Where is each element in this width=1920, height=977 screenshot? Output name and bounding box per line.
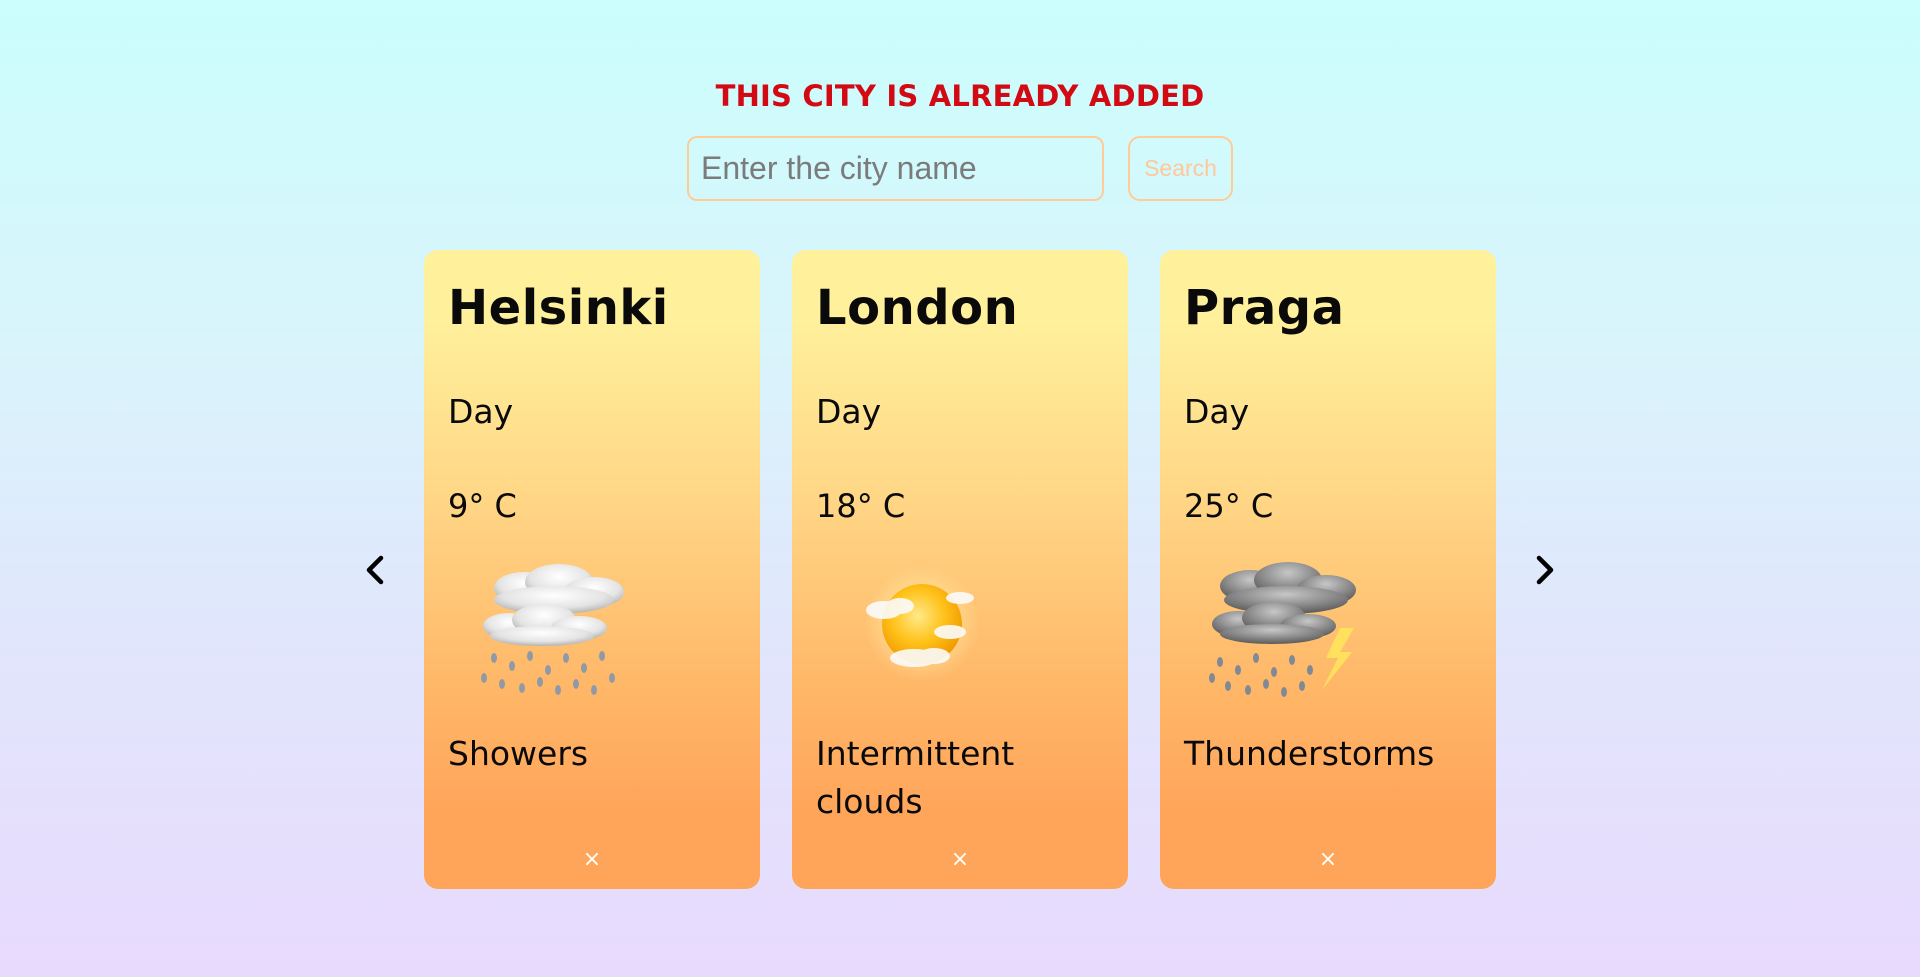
city-name: Praga	[1184, 280, 1345, 336]
thunderstorm-icon	[1209, 562, 1356, 697]
weather-card-praga: Praga Day 25° C Thunderstorms ×	[1160, 250, 1496, 889]
remove-city-button[interactable]: ×	[1316, 847, 1340, 872]
carousel-prev-button[interactable]	[355, 550, 395, 590]
remove-city-button[interactable]: ×	[948, 847, 972, 872]
search-button[interactable]: Search	[1128, 136, 1233, 201]
temperature: 25° C	[1184, 487, 1274, 525]
weather-condition: Intermittent clouds	[816, 734, 1015, 821]
weather-card-london: London Day 18° C Intermittent clouds ×	[792, 250, 1128, 889]
search-bar: Search	[687, 136, 1233, 201]
carousel-next-button[interactable]	[1525, 550, 1565, 590]
temperature: 9° C	[448, 487, 517, 525]
showers-icon	[481, 564, 624, 695]
temperature: 18° C	[816, 487, 906, 525]
city-name: London	[816, 280, 1019, 336]
remove-city-button[interactable]: ×	[580, 847, 604, 872]
city-search-input[interactable]	[687, 136, 1104, 201]
chevron-right-icon	[1536, 555, 1554, 585]
weather-condition: Showers	[448, 734, 589, 773]
city-name: Helsinki	[448, 280, 669, 336]
error-message: THIS CITY IS ALREADY ADDED	[715, 79, 1205, 113]
period-label: Day	[816, 392, 882, 431]
chevron-left-icon	[366, 555, 384, 585]
weather-condition: Thunderstorms	[1184, 734, 1435, 773]
weather-card-helsinki: Helsinki Day 9° C Showers ×	[424, 250, 760, 889]
partly-sunny-icon	[864, 566, 980, 682]
period-label: Day	[448, 392, 514, 431]
period-label: Day	[1184, 392, 1250, 431]
